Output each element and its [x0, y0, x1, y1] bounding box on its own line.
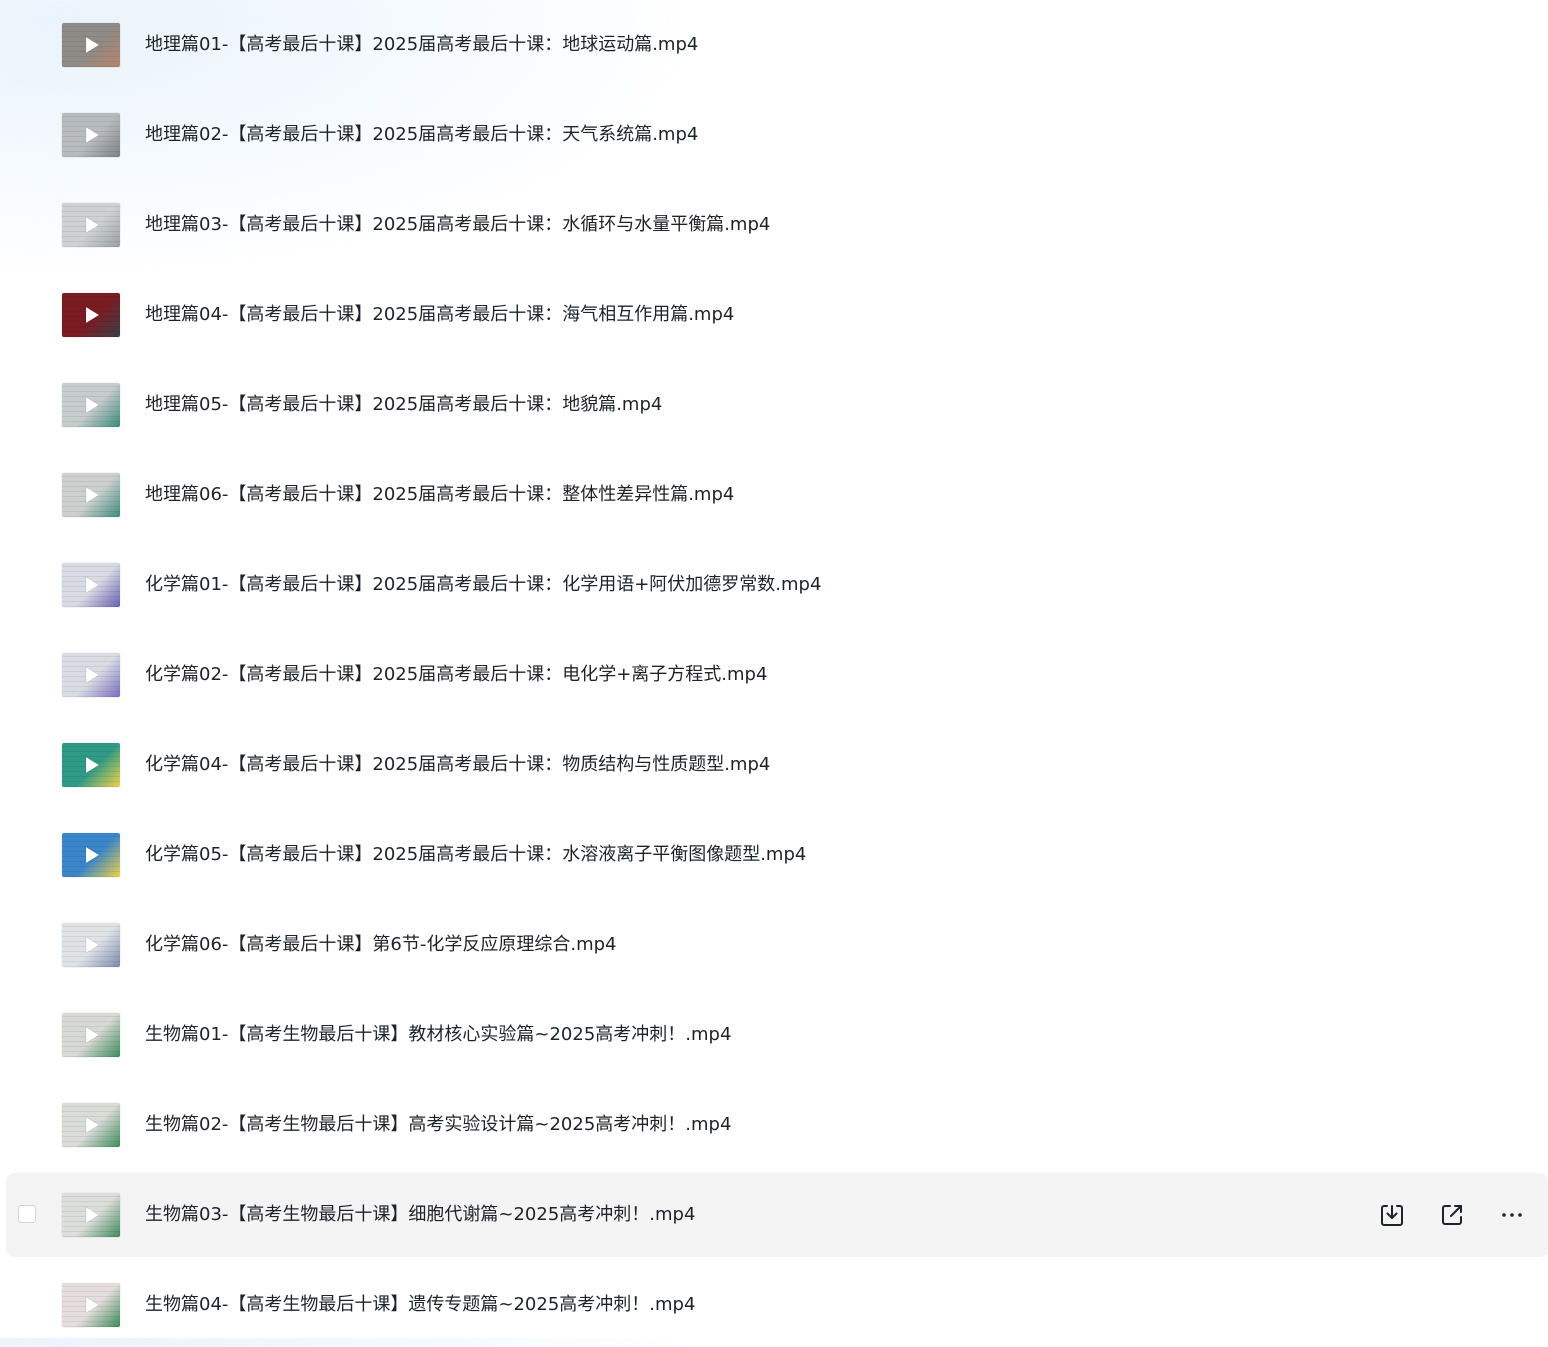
play-icon [85, 846, 100, 864]
video-thumbnail[interactable] [62, 113, 120, 157]
play-icon [85, 126, 100, 144]
play-icon [85, 1116, 100, 1134]
file-name[interactable]: 地理篇06-【高考最后十课】2025届高考最后十课：整体性差异性篇.mp4 [145, 453, 734, 537]
file-name[interactable]: 生物篇01-【高考生物最后十课】教材核心实验篇~2025高考冲刺！.mp4 [145, 993, 731, 1077]
play-icon [85, 1296, 100, 1314]
file-row[interactable]: 地理篇02-【高考最后十课】2025届高考最后十课：天气系统篇.mp4 [6, 93, 1548, 177]
file-row[interactable]: 地理篇03-【高考最后十课】2025届高考最后十课：水循环与水量平衡篇.mp4 [6, 183, 1548, 267]
video-thumbnail[interactable] [62, 923, 120, 967]
file-name[interactable]: 地理篇05-【高考最后十课】2025届高考最后十课：地貌篇.mp4 [145, 363, 662, 447]
play-icon [85, 36, 100, 54]
video-thumbnail[interactable] [62, 1013, 120, 1057]
file-name[interactable]: 地理篇02-【高考最后十课】2025届高考最后十课：天气系统篇.mp4 [145, 93, 698, 177]
play-icon [85, 486, 100, 504]
play-icon [85, 936, 100, 954]
file-name[interactable]: 化学篇04-【高考最后十课】2025届高考最后十课：物质结构与性质题型.mp4 [145, 723, 770, 807]
video-thumbnail[interactable] [62, 563, 120, 607]
video-thumbnail[interactable] [62, 743, 120, 787]
play-icon [85, 396, 100, 414]
file-row[interactable]: 地理篇06-【高考最后十课】2025届高考最后十课：整体性差异性篇.mp4 [6, 453, 1548, 537]
file-name[interactable]: 生物篇04-【高考生物最后十课】遗传专题篇~2025高考冲刺！.mp4 [145, 1263, 695, 1347]
file-name[interactable]: 地理篇01-【高考最后十课】2025届高考最后十课：地球运动篇.mp4 [145, 3, 698, 87]
share-icon [1442, 1205, 1462, 1225]
file-row[interactable]: 地理篇04-【高考最后十课】2025届高考最后十课：海气相互作用篇.mp4 [6, 273, 1548, 357]
file-name[interactable]: 化学篇02-【高考最后十课】2025届高考最后十课：电化学+离子方程式.mp4 [145, 633, 767, 717]
play-icon [85, 306, 100, 324]
file-row[interactable]: 化学篇06-【高考最后十课】第6节-化学反应原理综合.mp4 [6, 903, 1548, 987]
file-name[interactable]: 化学篇06-【高考最后十课】第6节-化学反应原理综合.mp4 [145, 903, 616, 987]
play-icon [85, 1026, 100, 1044]
download-button[interactable] [1378, 1201, 1406, 1229]
file-row[interactable]: 生物篇03-【高考生物最后十课】细胞代谢篇~2025高考冲刺！.mp4 [6, 1173, 1548, 1257]
file-name[interactable]: 地理篇04-【高考最后十课】2025届高考最后十课：海气相互作用篇.mp4 [145, 273, 734, 357]
video-thumbnail[interactable] [62, 23, 120, 67]
more-button[interactable] [1498, 1201, 1526, 1229]
file-row[interactable]: 化学篇05-【高考最后十课】2025届高考最后十课：水溶液离子平衡图像题型.mp… [6, 813, 1548, 897]
video-thumbnail[interactable] [62, 653, 120, 697]
video-thumbnail[interactable] [62, 1283, 120, 1327]
share-button[interactable] [1438, 1201, 1466, 1229]
download-icon [1381, 1205, 1403, 1226]
file-row[interactable]: 化学篇01-【高考最后十课】2025届高考最后十课：化学用语+阿伏加德罗常数.m… [6, 543, 1548, 627]
file-list: 地理篇01-【高考最后十课】2025届高考最后十课：地球运动篇.mp4 地理篇02… [0, 0, 1548, 1338]
video-thumbnail[interactable] [62, 383, 120, 427]
file-row[interactable]: 地理篇05-【高考最后十课】2025届高考最后十课：地貌篇.mp4 [6, 363, 1548, 447]
play-icon [85, 756, 100, 774]
play-icon [85, 216, 100, 234]
play-icon [85, 1206, 100, 1224]
video-thumbnail[interactable] [62, 1193, 120, 1237]
video-thumbnail[interactable] [62, 833, 120, 877]
video-thumbnail[interactable] [62, 293, 120, 337]
video-thumbnail[interactable] [62, 473, 120, 517]
file-name[interactable]: 化学篇05-【高考最后十课】2025届高考最后十课：水溶液离子平衡图像题型.mp… [145, 813, 806, 897]
file-name[interactable]: 生物篇02-【高考生物最后十课】高考实验设计篇~2025高考冲刺！.mp4 [145, 1083, 731, 1167]
file-row[interactable]: 生物篇02-【高考生物最后十课】高考实验设计篇~2025高考冲刺！.mp4 [6, 1083, 1548, 1167]
file-row[interactable]: 地理篇01-【高考最后十课】2025届高考最后十课：地球运动篇.mp4 [6, 3, 1548, 87]
file-name[interactable]: 化学篇01-【高考最后十课】2025届高考最后十课：化学用语+阿伏加德罗常数.m… [145, 543, 821, 627]
play-icon [85, 666, 100, 684]
file-row[interactable]: 生物篇04-【高考生物最后十课】遗传专题篇~2025高考冲刺！.mp4 [6, 1263, 1548, 1347]
file-row[interactable]: 生物篇01-【高考生物最后十课】教材核心实验篇~2025高考冲刺！.mp4 [6, 993, 1548, 1077]
file-name[interactable]: 生物篇03-【高考生物最后十课】细胞代谢篇~2025高考冲刺！.mp4 [145, 1173, 695, 1257]
row-checkbox[interactable] [18, 1205, 36, 1223]
file-row[interactable]: 化学篇04-【高考最后十课】2025届高考最后十课：物质结构与性质题型.mp4 [6, 723, 1548, 807]
file-name[interactable]: 地理篇03-【高考最后十课】2025届高考最后十课：水循环与水量平衡篇.mp4 [145, 183, 770, 267]
file-row[interactable]: 化学篇02-【高考最后十课】2025届高考最后十课：电化学+离子方程式.mp4 [6, 633, 1548, 717]
more-icon [1502, 1213, 1522, 1217]
video-thumbnail[interactable] [62, 203, 120, 247]
play-icon [85, 576, 100, 594]
video-thumbnail[interactable] [62, 1103, 120, 1147]
